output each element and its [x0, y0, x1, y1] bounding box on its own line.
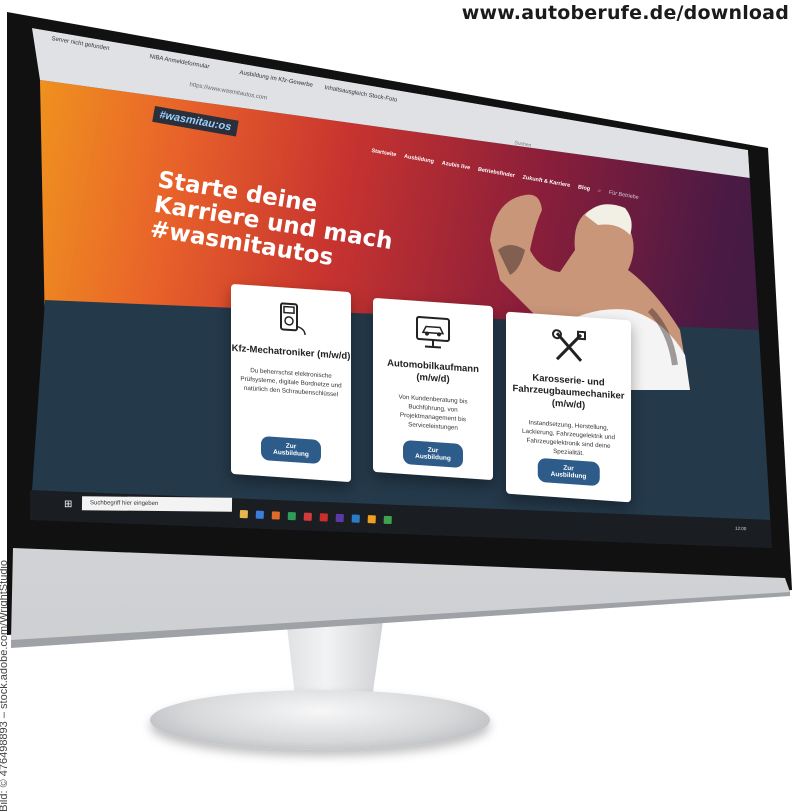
app-icon[interactable]	[303, 512, 312, 521]
card-kfz-mechatroniker[interactable]: Kfz-Mechatroniker (m/w/d) Du beherrschst…	[231, 283, 351, 483]
screen: Server nicht gefunden NIBA Anmeldeformul…	[30, 28, 772, 548]
card-title: Kfz-Mechatroniker (m/w/d)	[231, 342, 351, 363]
firefox-icon[interactable]	[271, 511, 280, 520]
card-automobilkaufmann[interactable]: Automobilkaufmann (m/w/d) Von Kundenbera…	[373, 297, 493, 481]
app-icon[interactable]	[335, 513, 344, 523]
zur-ausbildung-button[interactable]: Zur Ausbildung	[261, 435, 321, 465]
card-karosserie-fahrzeugbaumechaniker[interactable]: Karosserie- und Fahrzeugbaumechaniker (m…	[506, 311, 631, 503]
card-description: Du beherrschst elektronische Prüfsysteme…	[240, 367, 342, 399]
taskbar-search-input[interactable]: Suchbegriff hier eingeben	[81, 496, 233, 512]
app-icon[interactable]	[255, 510, 264, 519]
zur-ausbildung-button[interactable]: Zur Ausbildung	[537, 457, 600, 487]
app-icon[interactable]	[367, 515, 376, 524]
chrome-icon[interactable]	[383, 515, 392, 525]
car-monitor-icon	[416, 316, 450, 349]
multimeter-icon	[280, 302, 306, 336]
taskbar-clock[interactable]: 12:00	[735, 526, 746, 531]
app-icon[interactable]	[287, 511, 296, 521]
app-icon[interactable]	[351, 514, 360, 523]
zur-ausbildung-button[interactable]: Zur Ausbildung	[403, 439, 463, 469]
card-description: Instandsetzung, Herstellung, Lackierung,…	[521, 419, 616, 458]
card-description: Von Kundenberatung bis Buchführung, von …	[398, 393, 468, 432]
card-title: Automobilkaufmann (m/w/d)	[387, 357, 479, 386]
monitor: Server nicht gefunden NIBA Anmeldeformul…	[0, 0, 795, 759]
folder-icon[interactable]	[239, 510, 248, 519]
windows-start-icon[interactable]: ⊞	[64, 499, 72, 510]
pdf-icon[interactable]	[319, 513, 328, 522]
tools-icon	[551, 329, 586, 362]
card-title: Karosserie- und Fahrzeugbaumechaniker (m…	[512, 372, 625, 412]
